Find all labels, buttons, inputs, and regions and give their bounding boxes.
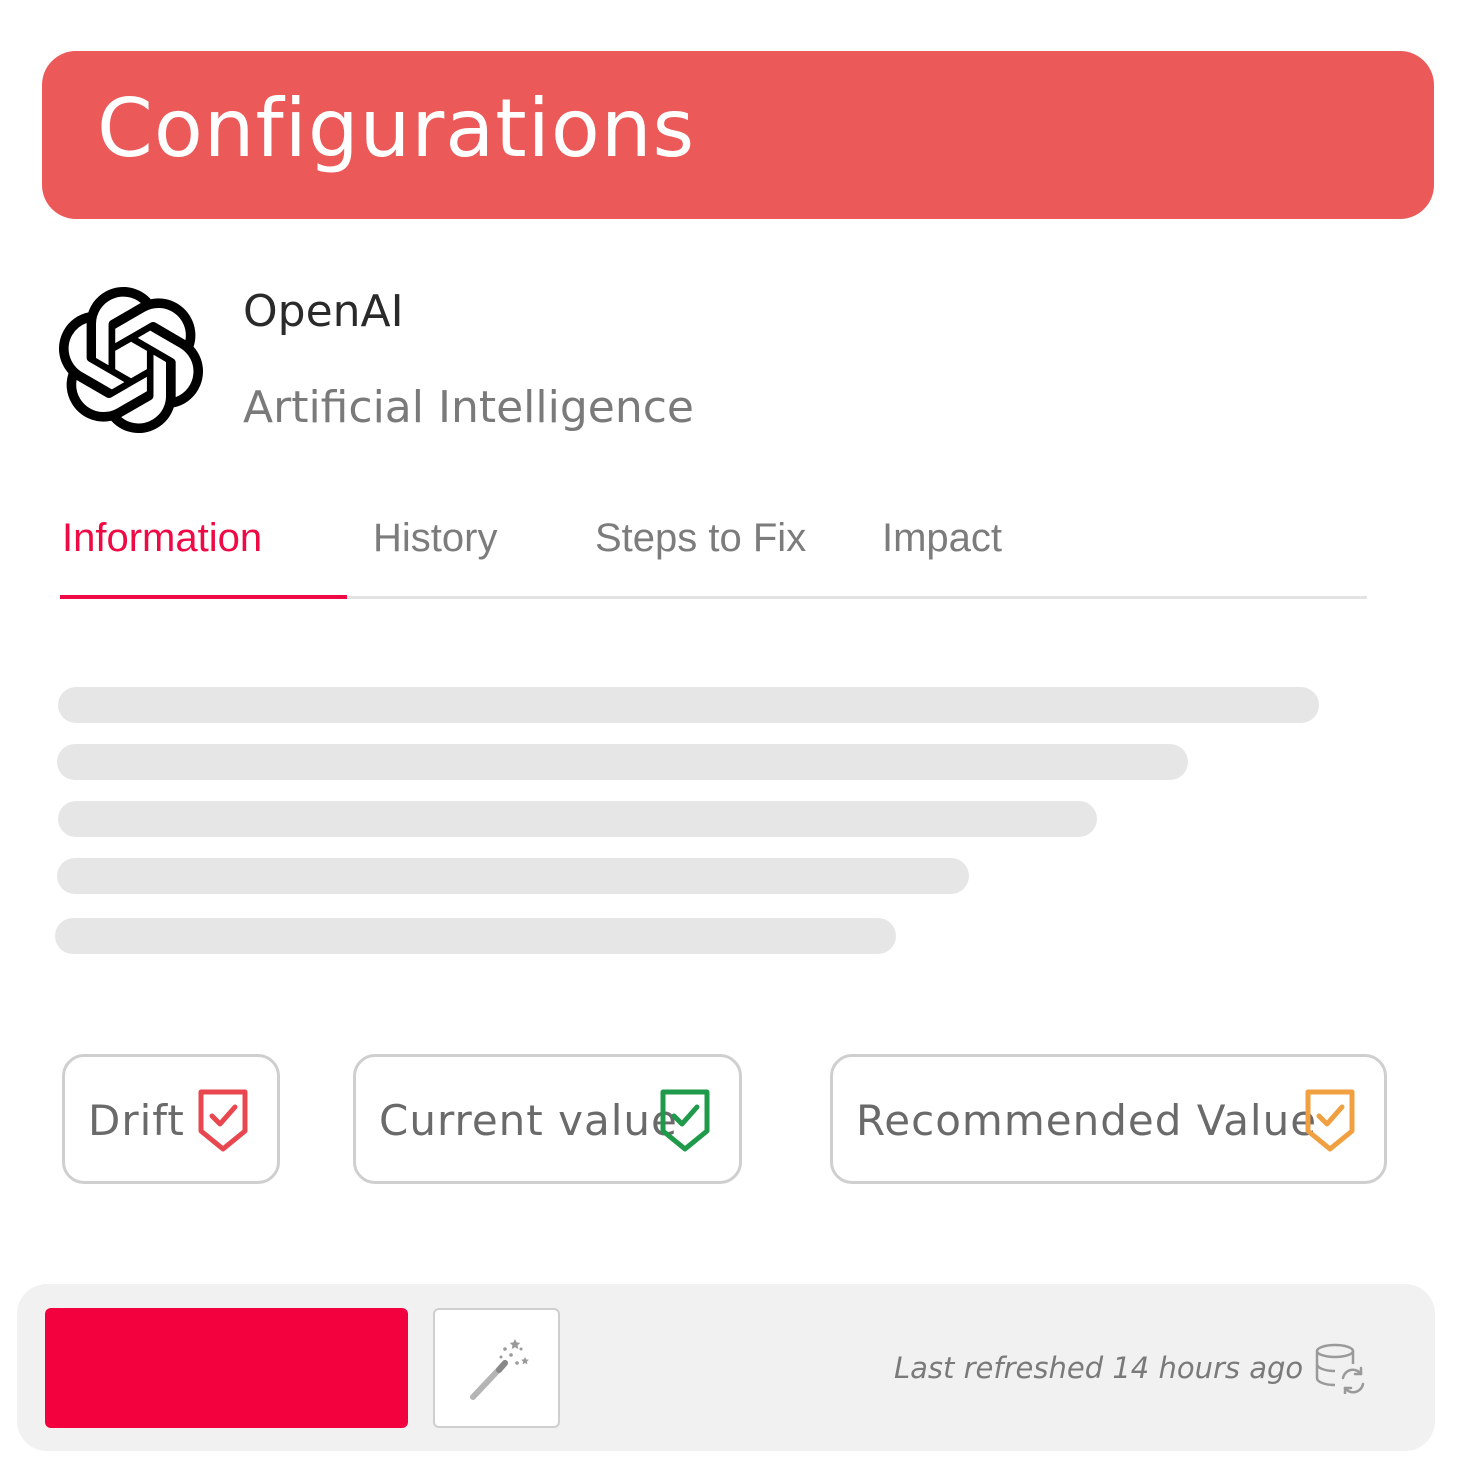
integration-category: Artificial Intelligence <box>243 382 694 433</box>
shield-check-icon <box>1305 1089 1355 1152</box>
shield-check-icon <box>660 1089 710 1152</box>
database-refresh-icon[interactable] <box>1313 1342 1367 1394</box>
openai-logo-icon <box>58 286 204 434</box>
tab-information[interactable]: Information <box>62 518 262 558</box>
page-header: Configurations <box>42 51 1434 219</box>
skeleton-line <box>58 801 1097 837</box>
tab-history[interactable]: History <box>373 518 497 558</box>
magic-wand-icon <box>470 1339 529 1400</box>
tab-bar: Information History Steps to Fix Impact <box>60 510 1367 600</box>
current-value-chip[interactable]: Current value <box>353 1054 742 1184</box>
magic-wand-button[interactable] <box>433 1308 560 1428</box>
shield-check-icon <box>198 1089 248 1152</box>
integration-name: OpenAI <box>243 286 404 337</box>
tab-impact[interactable]: Impact <box>882 518 1002 558</box>
active-tab-indicator <box>60 595 347 599</box>
recommended-value-chip[interactable]: Recommended Value <box>830 1054 1387 1184</box>
action-footer: Last refreshed 14 hours ago <box>17 1284 1435 1451</box>
drift-label: Drift <box>88 1096 185 1145</box>
drift-chip[interactable]: Drift <box>62 1054 280 1184</box>
tab-steps-to-fix[interactable]: Steps to Fix <box>595 518 806 558</box>
page-title: Configurations <box>97 82 696 175</box>
skeleton-line <box>58 687 1319 723</box>
skeleton-line <box>57 744 1188 780</box>
recommended-value-label: Recommended Value <box>856 1096 1318 1145</box>
skeleton-line <box>55 918 896 954</box>
skeleton-line <box>57 858 969 894</box>
last-refreshed-text: Last refreshed 14 hours ago <box>894 1351 1304 1385</box>
current-value-label: Current value <box>379 1096 678 1145</box>
primary-action-button[interactable] <box>45 1308 408 1428</box>
